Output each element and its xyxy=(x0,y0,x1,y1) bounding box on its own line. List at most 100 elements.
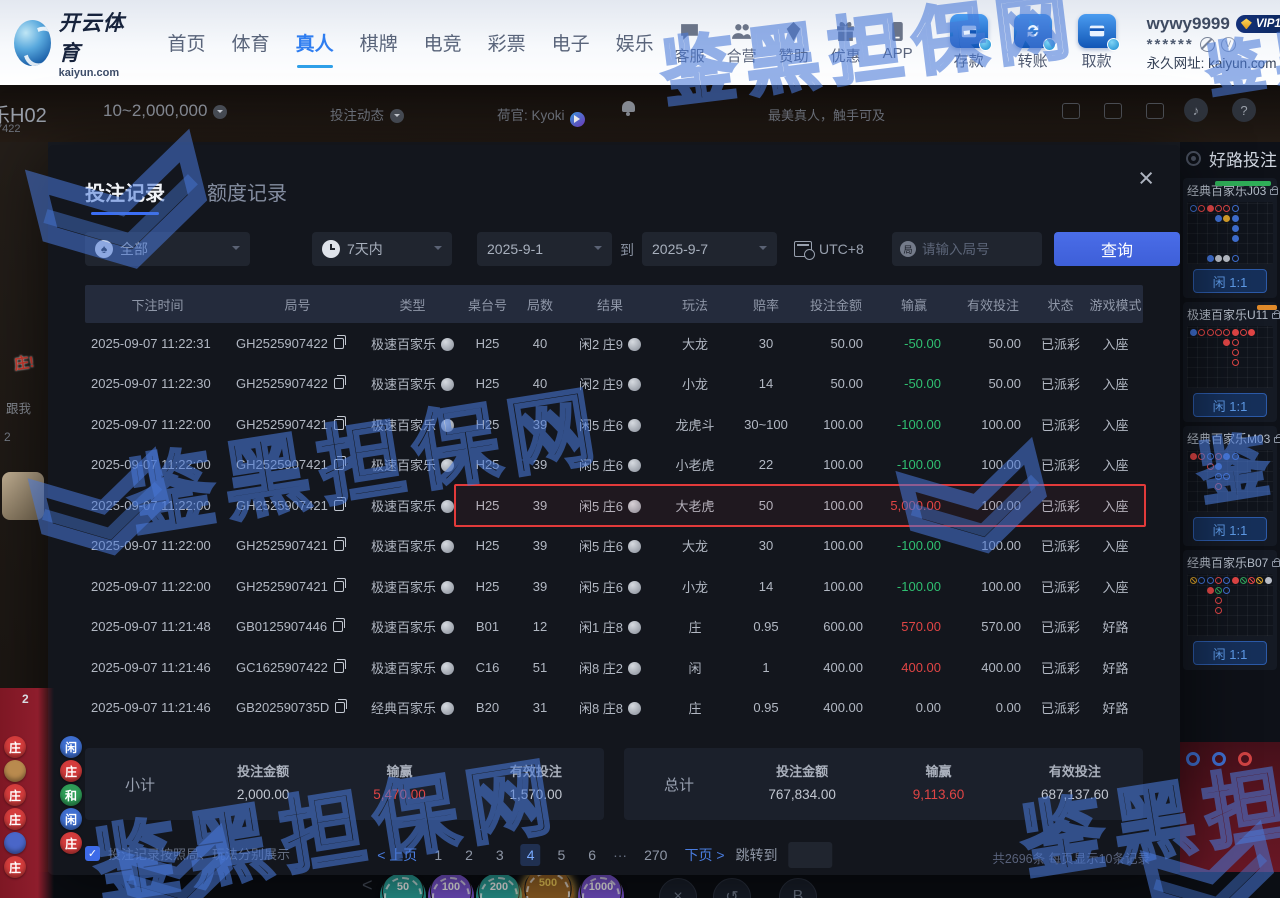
user-info[interactable]: wywy9999 VIP10 ****** V 永久网址: kaiyun.com xyxy=(1147,13,1280,72)
cell-status: 已派彩 xyxy=(1033,415,1088,434)
page-4[interactable]: 4 xyxy=(521,844,541,866)
road-card[interactable]: 经典百家乐B07闲 1:1 xyxy=(1183,550,1277,670)
copy-icon[interactable] xyxy=(334,419,344,430)
road-card[interactable]: 经典百家乐M03闲 1:1 xyxy=(1183,426,1277,546)
round-search-input[interactable] xyxy=(922,242,1034,257)
table-row[interactable]: 2025-09-07 11:22:30GH2525907422极速百家乐H254… xyxy=(85,364,1143,405)
road-dot xyxy=(1215,577,1222,584)
bead-road-count: 2 xyxy=(22,692,29,706)
page-1[interactable]: 1 xyxy=(428,844,448,866)
cell-odds: 14 xyxy=(735,376,797,391)
site-logo[interactable]: 开云体育 kaiyun.com xyxy=(14,7,129,79)
road-card[interactable]: 经典百家乐J03闲 1:1 xyxy=(1183,178,1277,298)
road-dot xyxy=(1232,205,1239,212)
copy-icon[interactable] xyxy=(333,621,343,632)
quick-link-客服[interactable]: 客服 xyxy=(665,19,715,66)
nav-item-真人[interactable]: 真人 xyxy=(285,19,345,66)
page-270[interactable]: 270 xyxy=(638,844,673,866)
nav-item-彩票[interactable]: 彩票 xyxy=(477,19,537,66)
to-label: 到 xyxy=(620,240,634,260)
display-mode-checkbox[interactable]: ✓ xyxy=(85,846,100,861)
quick-link-合营[interactable]: 合营 xyxy=(717,19,767,66)
panel-icon[interactable] xyxy=(1062,103,1080,119)
wallet-link-取款[interactable]: 取款 xyxy=(1071,14,1123,71)
nav-item-首页[interactable]: 首页 xyxy=(157,19,217,66)
table-row[interactable]: 2025-09-07 11:21:46GB202590735D经典百家乐B203… xyxy=(85,688,1143,729)
table-row[interactable]: 2025-09-07 11:22:00GH2525907421极速百家乐H253… xyxy=(85,485,1143,526)
tab-投注记录[interactable]: 投注记录 xyxy=(85,177,165,215)
road-dot xyxy=(1198,329,1205,336)
page-3[interactable]: 3 xyxy=(490,844,510,866)
period-select[interactable]: 7天内 xyxy=(312,232,452,266)
copy-icon[interactable] xyxy=(334,459,344,470)
nav-item-电子[interactable]: 电子 xyxy=(541,19,601,66)
next-page-link[interactable]: 下页 > xyxy=(684,845,724,865)
bet-button[interactable]: 闲 1:1 xyxy=(1193,393,1267,417)
copy-icon[interactable] xyxy=(334,662,344,673)
grid-icon[interactable] xyxy=(1104,103,1122,119)
tab-额度记录[interactable]: 额度记录 xyxy=(207,177,287,215)
table-row[interactable]: 2025-09-07 11:22:31GH2525907422极速百家乐H254… xyxy=(85,323,1143,364)
page-2[interactable]: 2 xyxy=(459,844,479,866)
table-row[interactable]: 2025-09-07 11:22:00GH2525907421极速百家乐H253… xyxy=(85,404,1143,445)
v-circle-icon[interactable]: V xyxy=(1221,37,1236,52)
wallet-link-label: 转账 xyxy=(1007,50,1059,71)
cell-time: 2025-09-07 11:22:00 xyxy=(85,457,230,472)
copy-icon[interactable] xyxy=(334,581,344,592)
table-row[interactable]: 2025-09-07 11:22:00GH2525907421极速百家乐H253… xyxy=(85,445,1143,486)
table-row[interactable]: 2025-09-07 11:21:48GB0125907446极速百家乐B011… xyxy=(85,607,1143,648)
nav-item-棋牌[interactable]: 棋牌 xyxy=(349,19,409,66)
table-row[interactable]: 2025-09-07 11:21:46GC1625907422极速百家乐C165… xyxy=(85,647,1143,688)
feed-label[interactable]: 投注动态 xyxy=(330,104,404,124)
copy-icon[interactable] xyxy=(335,702,345,713)
play-icon[interactable] xyxy=(570,112,585,127)
wallet-link-存款[interactable]: 存款 xyxy=(943,14,995,71)
cell-round: 31 xyxy=(515,700,565,715)
date-from-select[interactable]: 2025-9-1 xyxy=(477,232,612,266)
eye-slash-icon[interactable] xyxy=(1200,37,1215,52)
quick-links: 客服合营赞助优惠APP xyxy=(665,19,923,66)
bet-button[interactable]: 闲 1:1 xyxy=(1193,269,1267,293)
quick-link-APP[interactable]: APP xyxy=(873,19,923,66)
total-label: 总计 xyxy=(624,774,734,795)
deposit-icon xyxy=(950,14,988,48)
help-icon[interactable]: ? xyxy=(1232,98,1256,122)
copy-icon[interactable] xyxy=(334,338,344,349)
gear-icon[interactable] xyxy=(1186,151,1201,166)
copy-icon[interactable] xyxy=(334,500,344,511)
close-icon[interactable]: × xyxy=(1138,165,1154,192)
quick-link-优惠[interactable]: 优惠 xyxy=(821,19,871,66)
road-dot xyxy=(1223,453,1230,460)
nav-item-电竞[interactable]: 电竞 xyxy=(413,19,473,66)
bet-button[interactable]: 闲 1:1 xyxy=(1193,641,1267,665)
subtotal-valid: 1,570.00 xyxy=(468,784,604,807)
quick-link-赞助[interactable]: 赞助 xyxy=(769,19,819,66)
page-6[interactable]: 6 xyxy=(582,844,602,866)
query-button[interactable]: 查询 xyxy=(1054,232,1180,266)
nav-item-体育[interactable]: 体育 xyxy=(221,19,281,66)
copy-icon[interactable] xyxy=(334,378,344,389)
bet-button[interactable]: 闲 1:1 xyxy=(1193,517,1267,541)
game-type-icon xyxy=(441,419,454,432)
table-limits[interactable]: 10~2,000,000 xyxy=(103,101,227,121)
game-type-select[interactable]: ♠ 全部 xyxy=(85,232,250,266)
road-card[interactable]: 极速百家乐U11闲 1:1 xyxy=(1183,302,1277,422)
page-5[interactable]: 5 xyxy=(552,844,572,866)
table-row[interactable]: 2025-09-07 11:22:00GH2525907421极速百家乐H253… xyxy=(85,566,1143,607)
result-cards-icon xyxy=(628,540,641,553)
nav-item-娱乐[interactable]: 娱乐 xyxy=(605,19,665,66)
chips-left-arrow[interactable]: < xyxy=(362,875,373,896)
cell-amount: 100.00 xyxy=(797,417,875,432)
wallet-link-转账[interactable]: 转账 xyxy=(1007,14,1059,71)
fullscreen-icon[interactable] xyxy=(1146,103,1164,119)
wallet-link-label: 存款 xyxy=(943,50,995,71)
date-to-select[interactable]: 2025-9-7 xyxy=(642,232,777,266)
copy-icon[interactable] xyxy=(334,540,344,551)
bell-icon[interactable] xyxy=(622,101,635,112)
prev-page-link[interactable]: < 上页 xyxy=(377,845,417,865)
cell-odds: 1 xyxy=(735,660,797,675)
cell-odds: 0.95 xyxy=(735,619,797,634)
table-row[interactable]: 2025-09-07 11:22:00GH2525907421极速百家乐H253… xyxy=(85,526,1143,567)
mute-icon[interactable]: ♪ xyxy=(1184,98,1208,122)
jump-to-input[interactable] xyxy=(789,842,833,868)
